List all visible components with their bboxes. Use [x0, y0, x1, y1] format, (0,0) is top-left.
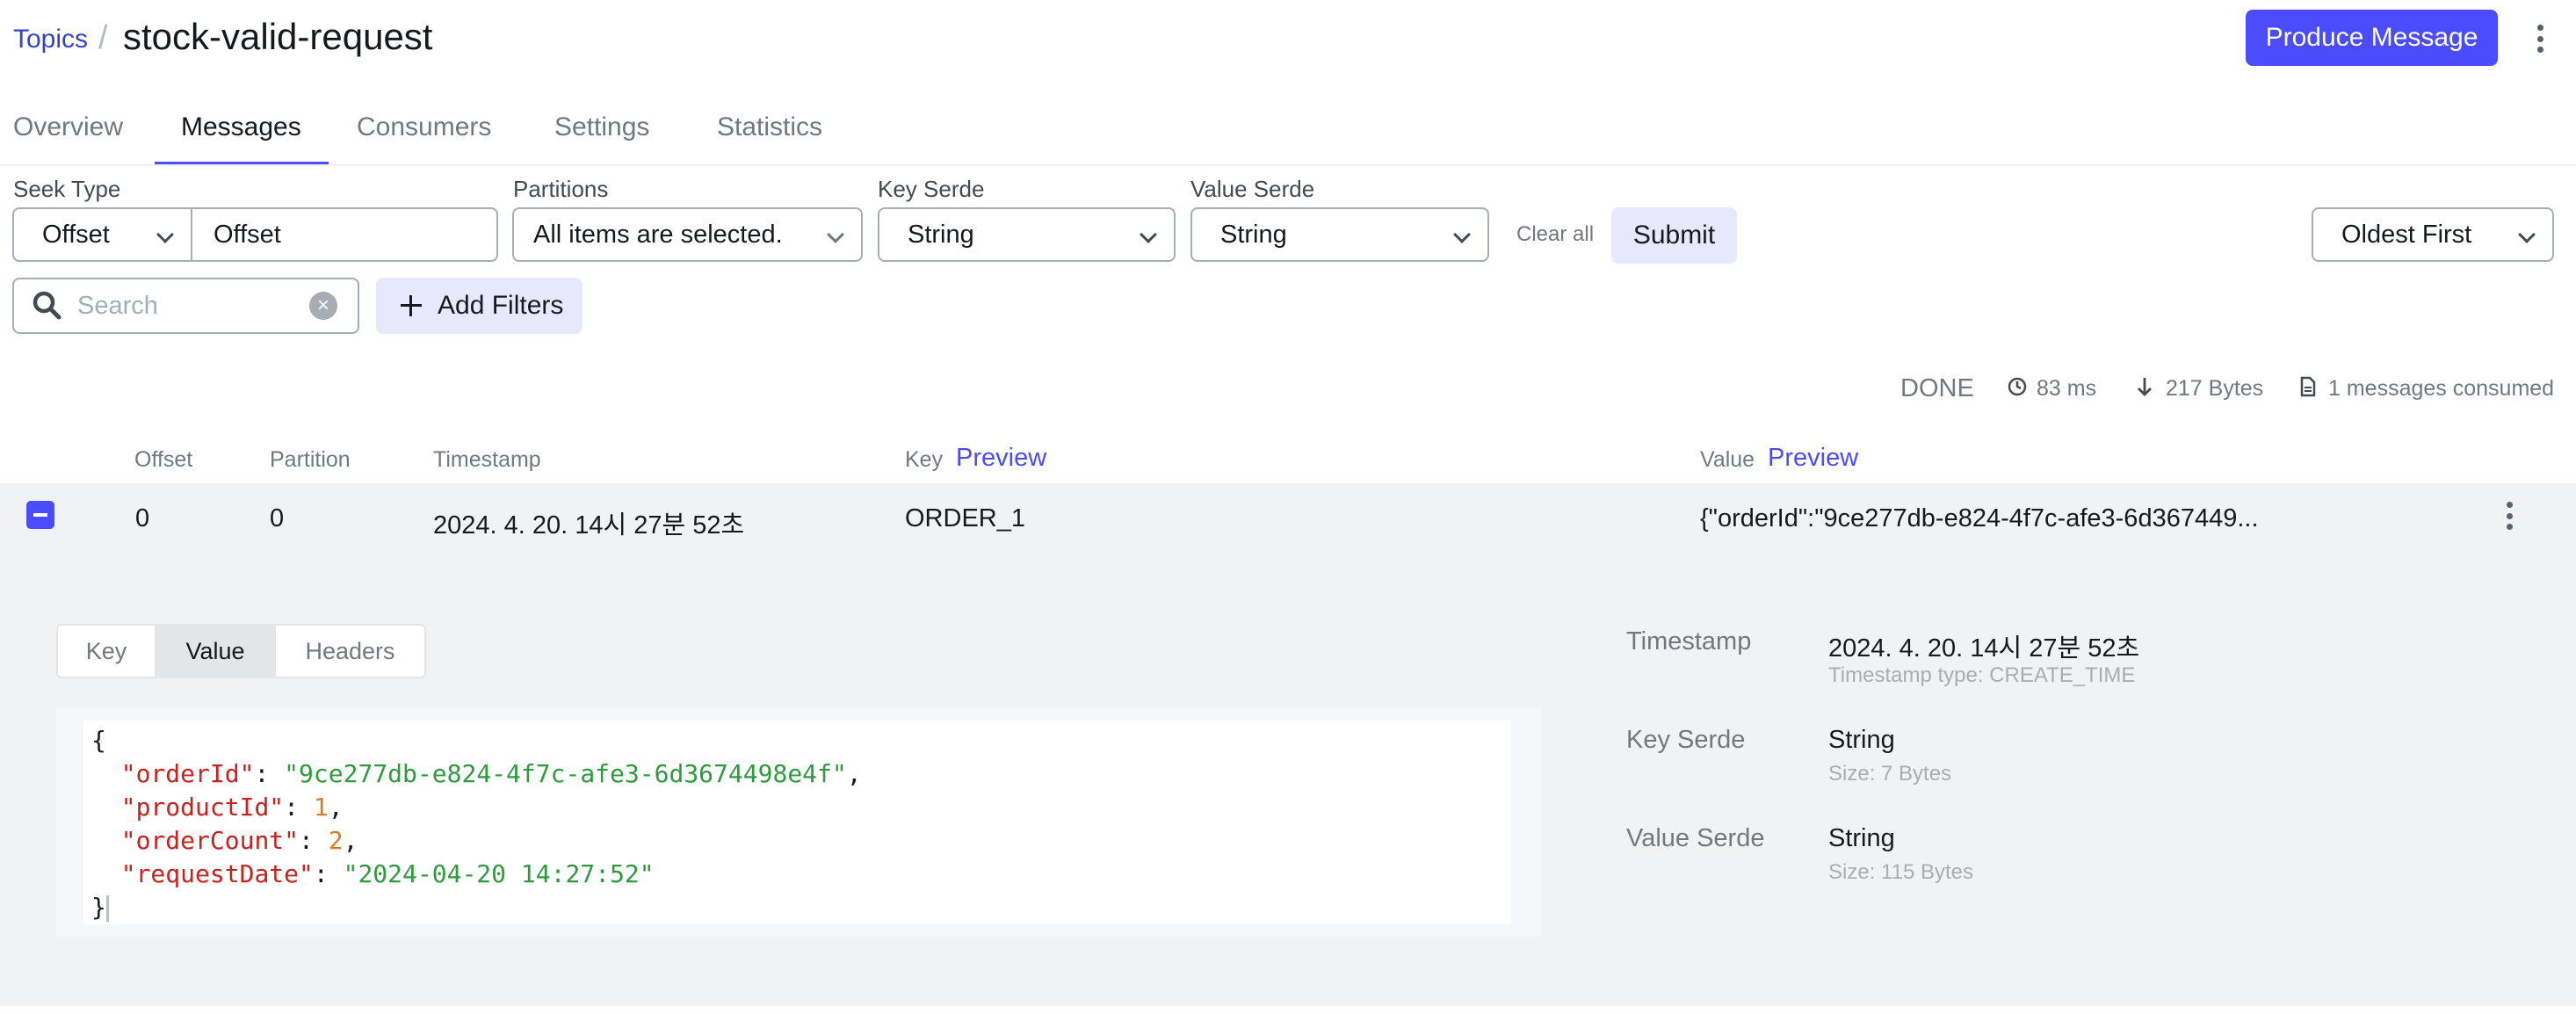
partitions-selected: All items are selected.: [533, 220, 783, 249]
search-placeholder: Search: [77, 292, 158, 320]
elapsed-time: 83 ms: [2037, 376, 2097, 401]
value-serde-label: Value Serde: [1190, 176, 1315, 202]
json-value: 1: [313, 793, 329, 822]
meta-key-size: Size: 7 Bytes: [1828, 762, 1952, 786]
row-value: {"orderId":"9ce277db-e824-4f7c-afe3-6d36…: [1700, 504, 2259, 532]
file-icon: [2300, 376, 2316, 397]
produce-message-button[interactable]: Produce Message: [2246, 10, 2498, 66]
json-key: "orderCount": [120, 826, 300, 855]
row-key: ORDER_1: [905, 504, 1025, 532]
row-more-options-icon[interactable]: [2504, 502, 2514, 530]
seek-offset-value: Offset: [213, 220, 281, 249]
key-serde-select[interactable]: String: [878, 207, 1176, 262]
chevron-down-icon: [1140, 226, 1157, 243]
tab-statistics[interactable]: Statistics: [717, 112, 822, 142]
json-value: "9ce277db-e824-4f7c-afe3-6d3674498e4f": [284, 759, 847, 788]
bytes-consumed: 217 Bytes: [2166, 376, 2264, 401]
text-cursor: [105, 895, 109, 922]
chevron-down-icon: [2518, 226, 2536, 243]
value-preview-button[interactable]: Preview: [1768, 444, 1858, 473]
meta-key-serde-value: String: [1828, 726, 1895, 754]
detail-tabs: Key Value Headers: [56, 624, 426, 678]
seek-type-select[interactable]: Offset: [12, 207, 192, 262]
meta-value-size: Size: 115 Bytes: [1828, 860, 1973, 884]
arrow-down-icon: [2138, 378, 2152, 396]
json-key: "requestDate": [120, 859, 314, 888]
json-value: 2: [328, 826, 344, 855]
sort-order-select[interactable]: Oldest First: [2312, 207, 2554, 262]
plus-icon-vertical: [409, 295, 412, 316]
column-header-timestamp: Timestamp: [433, 447, 541, 472]
seek-offset-input[interactable]: Offset: [192, 207, 498, 262]
chevron-down-icon: [156, 226, 174, 243]
tab-settings[interactable]: Settings: [554, 112, 649, 142]
page-title: stock-valid-request: [123, 16, 433, 57]
tab-consumers[interactable]: Consumers: [357, 112, 491, 142]
detail-tab-key[interactable]: Key: [58, 626, 156, 677]
breadcrumb-topics-link[interactable]: Topics: [13, 25, 88, 54]
meta-value-serde-value: String: [1828, 824, 1895, 852]
partitions-select[interactable]: All items are selected.: [512, 207, 863, 262]
tabs-divider: [0, 164, 2576, 166]
tab-messages[interactable]: Messages: [181, 112, 301, 142]
json-key: "productId": [120, 793, 285, 822]
value-serde-select[interactable]: String: [1190, 207, 1489, 262]
key-serde-label: Key Serde: [878, 176, 985, 202]
seek-type-label: Seek Type: [13, 176, 121, 202]
column-header-partition: Partition: [270, 447, 351, 472]
json-content: { "orderId": "9ce277db-e824-4f7c-afe3-6d…: [91, 726, 862, 922]
row-partition: 0: [270, 504, 285, 532]
row-timestamp: 2024. 4. 20. 14시 27분 52초: [433, 511, 745, 540]
meta-value-serde-label: Value Serde: [1626, 824, 1765, 852]
messages-consumed: 1 messages consumed: [2328, 376, 2555, 401]
meta-timestamp-value: 2024. 4. 20. 14시 27분 52초: [1828, 634, 2140, 663]
tab-overview[interactable]: Overview: [13, 112, 123, 142]
sort-order-selected: Oldest First: [2341, 220, 2472, 249]
detail-tab-value[interactable]: Value: [156, 626, 276, 677]
seek-type-selected: Offset: [42, 220, 110, 249]
chevron-down-icon: [827, 226, 844, 243]
search-icon: [33, 291, 62, 320]
value-serde-selected: String: [1220, 220, 1287, 249]
status-badge: DONE: [1900, 374, 1974, 402]
clear-search-icon[interactable]: ×: [309, 292, 337, 320]
partitions-label: Partitions: [513, 176, 609, 202]
clock-icon: [2008, 377, 2027, 396]
meta-timestamp-label: Timestamp: [1626, 627, 1752, 655]
clear-all-button[interactable]: Clear all: [1516, 222, 1594, 247]
column-header-key: Key: [905, 447, 944, 472]
meta-key-serde-label: Key Serde: [1626, 726, 1746, 754]
key-serde-selected: String: [908, 220, 974, 249]
column-header-value: Value: [1700, 447, 1755, 472]
json-value: "2024-04-20 14:27:52": [343, 859, 655, 888]
json-key: "orderId": [120, 759, 255, 788]
search-input[interactable]: [12, 278, 359, 334]
collapse-row-icon[interactable]: [26, 501, 54, 529]
more-options-icon[interactable]: [2535, 25, 2545, 53]
submit-button[interactable]: Submit: [1611, 207, 1737, 264]
meta-timestamp-type: Timestamp type: CREATE_TIME: [1828, 663, 2136, 687]
breadcrumb-separator: /: [98, 19, 108, 56]
row-offset: 0: [135, 504, 150, 532]
column-header-offset: Offset: [134, 447, 193, 472]
detail-tab-headers[interactable]: Headers: [276, 626, 424, 677]
key-preview-button[interactable]: Preview: [956, 444, 1046, 473]
chevron-down-icon: [1453, 226, 1471, 243]
